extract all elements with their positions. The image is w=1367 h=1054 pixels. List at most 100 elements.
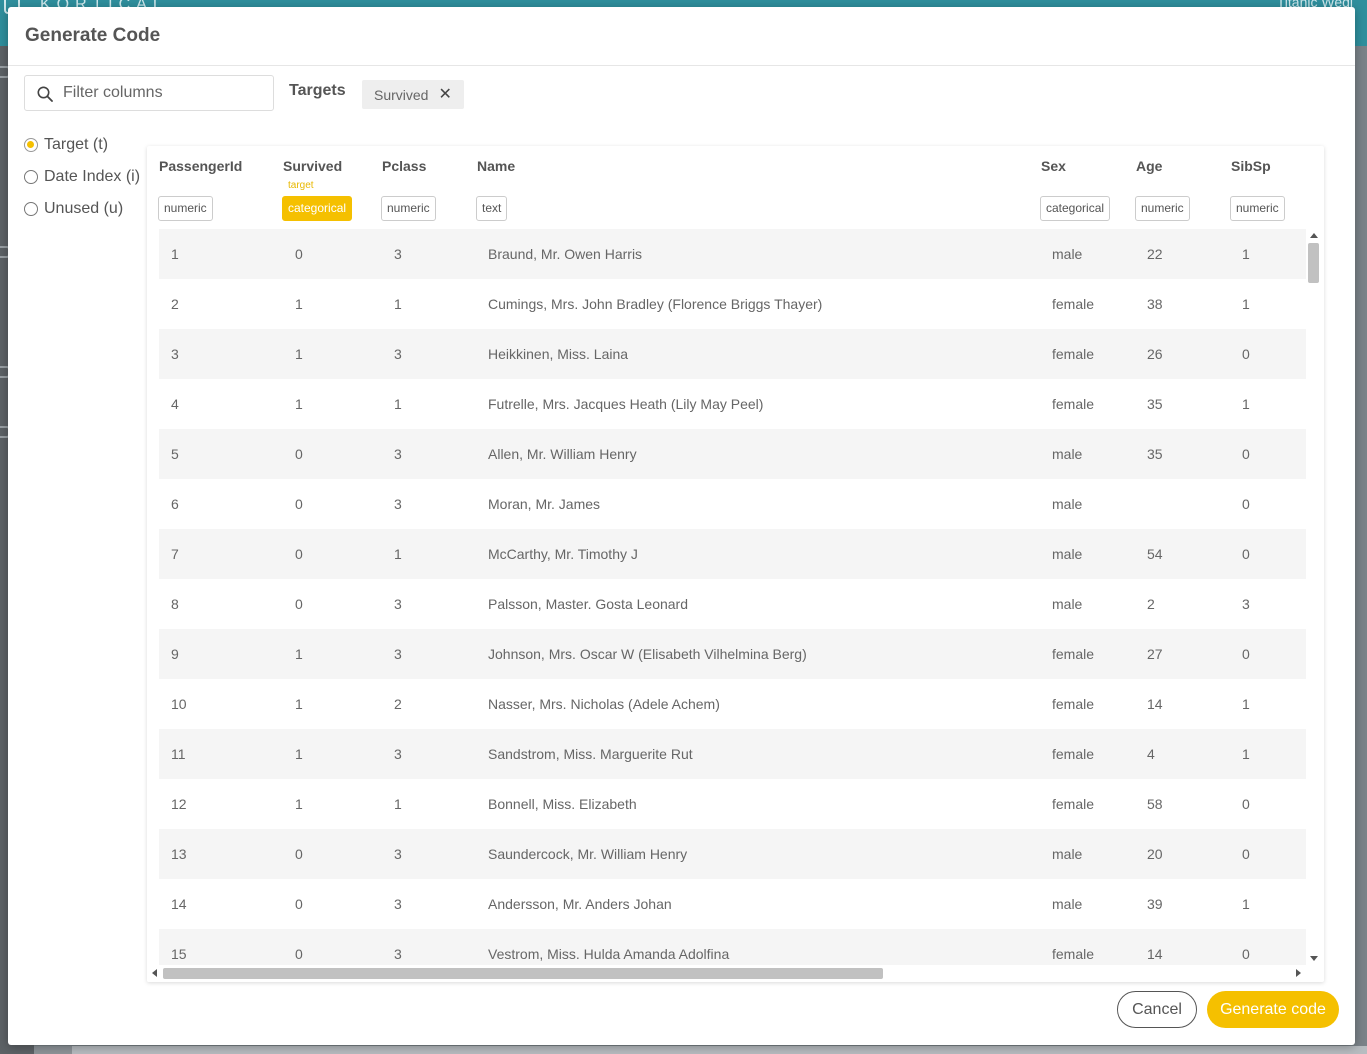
table-row: 6 0 3 Moran, Mr. James male 0 <box>159 479 1306 529</box>
column-type-selector[interactable]: categorical <box>1040 196 1111 221</box>
table-cell: 3 <box>394 346 402 362</box>
column-header[interactable]: Age <box>1136 158 1162 174</box>
column-header[interactable]: SibSp <box>1231 158 1271 174</box>
table-cell: 3 <box>394 496 402 512</box>
scroll-down-icon[interactable] <box>1310 956 1318 961</box>
generate-code-modal: Generate Code Targets Survived ✕ Target … <box>8 7 1355 1045</box>
column-header[interactable]: Name <box>477 158 515 174</box>
table-cell: 1 <box>1242 246 1250 262</box>
table-cell: 0 <box>295 896 303 912</box>
table-row: 2 1 1 Cumings, Mrs. John Bradley (Florence … <box>159 279 1306 329</box>
filter-columns-input[interactable] <box>63 80 268 106</box>
table-row: 15 0 3 Vestrom, Miss. Hulda Amanda Adolfina… <box>159 929 1306 965</box>
cancel-button[interactable]: Cancel <box>1117 991 1197 1028</box>
table-cell: Sandstrom, Miss. Marguerite Rut <box>488 746 693 762</box>
role-option-label: Unused (u) <box>44 200 124 217</box>
table-cell: 9 <box>171 646 179 662</box>
table-cell: 0 <box>295 246 303 262</box>
column-type-selector[interactable]: numeric <box>381 196 436 221</box>
horizontal-scroll-thumb[interactable] <box>163 968 883 979</box>
table-row: 14 0 3 Andersson, Mr. Anders Johan male 39 1 <box>159 879 1306 929</box>
table-cell: 0 <box>1242 946 1250 962</box>
column-header[interactable]: PassengerId <box>159 158 242 174</box>
column-type-selector[interactable]: categorical <box>282 196 353 221</box>
table-cell: 0 <box>1242 646 1250 662</box>
table-cell: 0 <box>295 546 303 562</box>
table-cell: Johnson, Mrs. Oscar W (Elisabeth Vilhelm… <box>488 646 807 662</box>
table-cell: 58 <box>1147 796 1163 812</box>
column-type-selector[interactable]: numeric <box>158 196 213 221</box>
table-cell: 3 <box>394 646 402 662</box>
column-header[interactable]: Survived <box>283 158 342 174</box>
remove-target-icon[interactable]: ✕ <box>438 86 451 103</box>
column-header[interactable]: Sex <box>1041 158 1066 174</box>
target-tag-survived: Survived ✕ <box>362 80 464 109</box>
role-option-target[interactable]: Target (t) <box>24 129 140 161</box>
role-option-date-index[interactable]: Date Index (i) <box>24 161 140 193</box>
radio-target[interactable] <box>24 138 38 152</box>
table-cell: Andersson, Mr. Anders Johan <box>488 896 672 912</box>
table-cell: 3 <box>394 946 402 962</box>
table-cell: 3 <box>394 246 402 262</box>
table-cell: 1 <box>394 546 402 562</box>
vertical-scrollbar[interactable] <box>1306 229 1322 965</box>
table-cell: 1 <box>295 346 303 362</box>
table-cell: 1 <box>295 796 303 812</box>
filter-columns-search[interactable] <box>24 75 274 111</box>
table-cell: male <box>1052 546 1083 562</box>
table-cell: 0 <box>1242 546 1250 562</box>
search-icon <box>37 86 53 102</box>
table-cell: 14 <box>1147 946 1163 962</box>
table-row: 1 0 3 Braund, Mr. Owen Harris male 22 1 <box>159 229 1306 279</box>
role-option-unused[interactable]: Unused (u) <box>24 193 140 225</box>
table-cell: 1 <box>1242 396 1250 412</box>
table-cell: Moran, Mr. James <box>488 496 601 512</box>
table-cell: 38 <box>1147 296 1163 312</box>
column-type-selector[interactable]: numeric <box>1230 196 1285 221</box>
table-cell: 0 <box>295 846 303 862</box>
table-cell: Futrelle, Mrs. Jacques Heath (Lily May P… <box>488 396 764 412</box>
horizontal-scrollbar[interactable] <box>147 965 1306 982</box>
scroll-left-icon[interactable] <box>152 969 157 977</box>
table-cell: 0 <box>1242 796 1250 812</box>
scroll-up-icon[interactable] <box>1310 233 1318 238</box>
radio-unused[interactable] <box>24 202 38 216</box>
table-cell: 6 <box>171 496 179 512</box>
table-cell: Allen, Mr. William Henry <box>488 446 637 462</box>
table-cell: 22 <box>1147 246 1163 262</box>
table-cell: male <box>1052 846 1083 862</box>
table-cell: Saundercock, Mr. William Henry <box>488 846 688 862</box>
column-header[interactable]: Pclass <box>382 158 426 174</box>
table-cell: 1 <box>295 296 303 312</box>
column-type-selector[interactable]: text <box>476 196 508 221</box>
table-cell: 7 <box>171 546 179 562</box>
table-cell: McCarthy, Mr. Timothy J <box>488 546 638 562</box>
generate-code-button[interactable]: Generate code <box>1207 991 1339 1028</box>
vertical-scroll-thumb[interactable] <box>1308 243 1319 283</box>
radio-date-index[interactable] <box>24 170 38 184</box>
table-cell: female <box>1052 796 1095 812</box>
table-cell: 39 <box>1147 896 1163 912</box>
table-cell: 1 <box>295 696 303 712</box>
table-row: 8 0 3 Palsson, Master. Gosta Leonard male 2 3 <box>159 579 1306 629</box>
table-cell: 1 <box>295 646 303 662</box>
table-row: 3 1 3 Heikkinen, Miss. Laina female 26 0 <box>159 329 1306 379</box>
modal-header: Generate Code <box>8 7 1355 66</box>
modal-title: Generate Code <box>25 25 161 46</box>
table-cell: 2 <box>171 296 179 312</box>
table-row: 5 0 3 Allen, Mr. William Henry male 35 0 <box>159 429 1306 479</box>
table-cell: female <box>1052 696 1095 712</box>
table-cell: female <box>1052 296 1095 312</box>
table-cell: 11 <box>171 746 186 762</box>
table-cell: 35 <box>1147 396 1163 412</box>
data-preview-table: PassengerId numeric Survived target categori… <box>147 146 1324 982</box>
target-hint: target <box>288 180 314 191</box>
table-row: 11 1 3 Sandstrom, Miss. Marguerite Rut femal… <box>159 729 1306 779</box>
table-cell: 3 <box>394 746 402 762</box>
table-cell: 27 <box>1147 646 1163 662</box>
column-type-selector[interactable]: numeric <box>1135 196 1190 221</box>
scroll-right-icon[interactable] <box>1296 969 1301 977</box>
table-cell: male <box>1052 446 1083 462</box>
table-cell: female <box>1052 646 1095 662</box>
table-row: 7 0 1 McCarthy, Mr. Timothy J male 54 0 <box>159 529 1306 579</box>
